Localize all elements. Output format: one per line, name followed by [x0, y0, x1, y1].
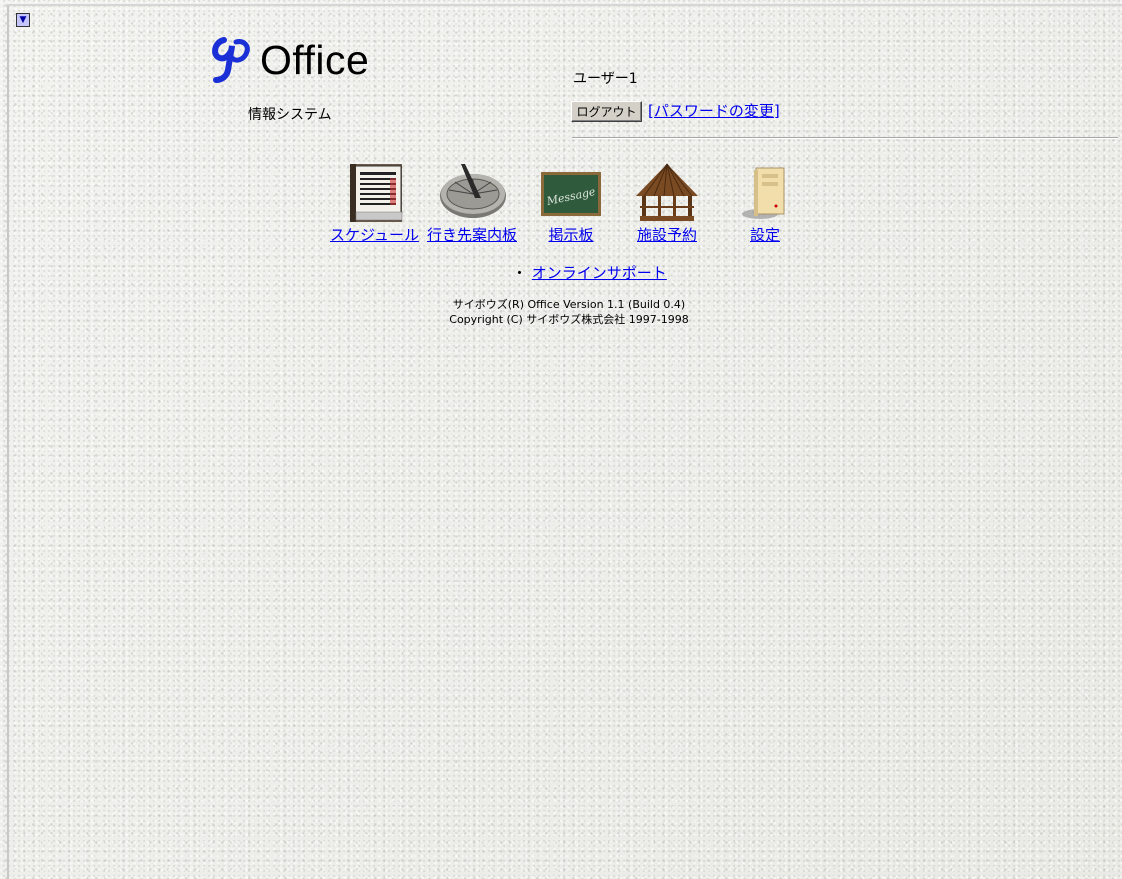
system-name: 情報システム — [248, 107, 332, 123]
app-label-facility[interactable]: 施設予約 — [637, 224, 697, 245]
app-whereabouts[interactable]: 行き先案内板 — [425, 162, 519, 245]
app-label-schedule[interactable]: スケジュール — [330, 224, 419, 245]
app-label-bulletin[interactable]: 掲示板 — [548, 224, 593, 245]
online-support: ・ オンラインサポート — [512, 262, 667, 283]
online-support-link[interactable]: オンラインサポート — [532, 264, 667, 282]
app-label-whereabouts[interactable]: 行き先案内板 — [427, 224, 517, 245]
change-password-link[interactable]: [パスワードの変更] — [648, 100, 780, 121]
version-text: サイボウズ(R) Office Version 1.1 (Build 0.4) — [452, 298, 686, 311]
header-divider — [572, 137, 1118, 139]
app-facility[interactable]: 施設予約 — [634, 162, 700, 245]
frame-border-left — [7, 4, 9, 879]
logo: Office — [210, 36, 369, 84]
support-bullet: ・ — [512, 264, 528, 282]
copyright-text: Copyright (C) サイボウズ株式会社 1997-1998 — [449, 313, 689, 326]
calendar-icon — [350, 164, 403, 222]
message-board-icon: Message — [541, 172, 601, 216]
user-name: ユーザー1 — [573, 71, 638, 87]
app-settings[interactable]: 設定 — [740, 162, 790, 245]
menu-toggle-icon[interactable]: ▼ — [16, 13, 30, 27]
gazebo-icon — [636, 163, 698, 221]
app-bulletin[interactable]: Message 掲示板 — [540, 162, 602, 245]
sundial-icon — [440, 164, 506, 218]
frame-border-top — [7, 4, 1122, 6]
app-label-settings[interactable]: 設定 — [750, 224, 780, 245]
logout-button[interactable]: ログアウト — [571, 101, 642, 122]
computer-icon — [742, 167, 785, 219]
app-schedule[interactable]: スケジュール — [330, 162, 419, 245]
cybozu-logo-icon — [212, 37, 250, 83]
change-password-link-text[interactable]: [パスワードの変更] — [648, 102, 780, 120]
logo-text: Office — [260, 36, 370, 83]
